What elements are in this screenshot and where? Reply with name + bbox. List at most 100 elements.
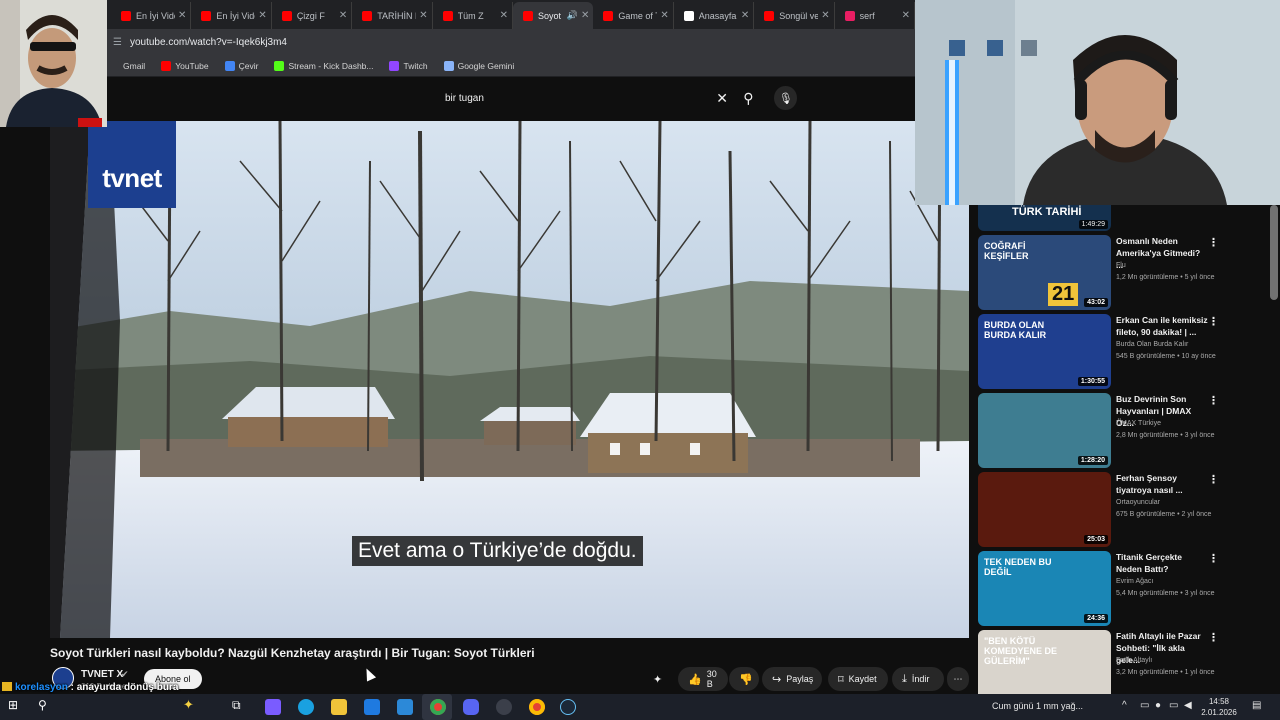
like-button[interactable]: 👍 30 B: [678, 667, 728, 691]
site-info-icon[interactable]: ☰: [113, 37, 122, 48]
browser-tab[interactable]: Game of T ✕: [593, 2, 674, 29]
obs-icon[interactable]: [496, 699, 512, 715]
recommendation-channel[interactable]: Evrim Ağacı: [1116, 578, 1153, 585]
recommendation-thumbnail[interactable]: 25:03: [978, 472, 1111, 547]
search-icon[interactable]: ⚲: [734, 90, 762, 107]
more-options-icon[interactable]: ⋮: [1208, 394, 1219, 407]
bookmark-item[interactable]: Çevir: [224, 61, 258, 71]
browser-tab[interactable]: En İyi Vide ✕: [191, 2, 272, 29]
video-duration: 25:03: [1084, 535, 1108, 544]
tab-close-icon[interactable]: ✕: [500, 10, 508, 21]
recommendation-channel[interactable]: Burda Olan Burda Kalır: [1116, 341, 1188, 348]
file-explorer-icon[interactable]: [331, 699, 347, 715]
copilot-sparkle-icon[interactable]: ✦: [183, 697, 199, 713]
browser-tab[interactable]: serf ✕: [835, 2, 916, 29]
dislike-button[interactable]: 👎: [729, 667, 759, 691]
bookmark-item[interactable]: Gmail: [109, 61, 145, 71]
browser-tab[interactable]: Çizgi F ✕: [272, 2, 353, 29]
more-options-icon[interactable]: ⋮: [1208, 552, 1219, 565]
more-options-icon[interactable]: ⋮: [1208, 315, 1219, 328]
discord-icon[interactable]: [463, 699, 479, 715]
more-options-icon[interactable]: ⋮: [1208, 473, 1219, 486]
chrome-profile-icon[interactable]: [529, 699, 545, 715]
channel-name[interactable]: TVNET X: [81, 669, 123, 680]
recommendation-thumbnail[interactable]: TEK NEDEN BU DEĞİL 24:36: [978, 551, 1111, 626]
browser-tab[interactable]: Soyot 🔊 ✕: [513, 2, 594, 29]
edge-icon[interactable]: [298, 699, 314, 715]
recommendation-channel[interactable]: DMAX Türkiye: [1116, 420, 1161, 427]
tray-app-icon[interactable]: ▭: [1140, 700, 1149, 711]
clear-search-icon[interactable]: ✕: [710, 90, 734, 107]
microphone-icon[interactable]: ●: [1155, 700, 1161, 711]
magic-icon[interactable]: ✦: [653, 667, 662, 691]
browser-tab[interactable]: En İyi Vide ✕: [111, 2, 192, 29]
browser-tab[interactable]: Songül ve ✕: [754, 2, 835, 29]
recommendation-channel[interactable]: Ortaoyuncular: [1116, 499, 1160, 506]
chrome-icon[interactable]: [430, 699, 446, 715]
share-button[interactable]: ↪ Paylaş: [762, 667, 822, 691]
tab-close-icon[interactable]: ✕: [660, 10, 668, 21]
voice-search-icon[interactable]: 🎙: [774, 86, 797, 110]
sidebar-scrollbar[interactable]: [1270, 205, 1278, 300]
tab-close-icon[interactable]: ✕: [821, 10, 829, 21]
system-clock[interactable]: 14:58 2.01.2026: [1197, 696, 1241, 718]
recommendation-thumbnail[interactable]: COĞRAFİ KEŞİFLER 21 43:02: [978, 235, 1111, 310]
recommendation-item[interactable]: 1:28:20 Buz Devrinin Son Hayvanları | DMA…: [978, 393, 1278, 469]
more-options-icon[interactable]: ⋮: [1208, 236, 1219, 249]
search-box[interactable]: bir tugan ✕ ⚲ 🎙: [435, 85, 797, 111]
task-view-icon[interactable]: ⧉: [232, 698, 248, 714]
recommendation-title[interactable]: Ferhan Şensoy tiyatroya nasıl ...: [1116, 472, 1208, 496]
recommendation-channel[interactable]: Fatih Altaylı: [1116, 657, 1152, 664]
bookmark-item[interactable]: Twitch: [389, 61, 428, 71]
recommendation-title[interactable]: Erkan Can ile kemiksiz fileto, 90 dakika…: [1116, 314, 1208, 338]
recommendation-thumbnail[interactable]: BURDA OLAN BURDA KALIR 1:30:55: [978, 314, 1111, 389]
tab-close-icon[interactable]: ✕: [419, 10, 427, 21]
tab-close-icon[interactable]: ✕: [902, 10, 910, 21]
tab-close-icon[interactable]: ✕: [339, 10, 347, 21]
tray-chevron-icon[interactable]: ^: [1122, 700, 1127, 711]
more-actions-button[interactable]: ⋯: [947, 667, 969, 691]
network-icon[interactable]: ▭: [1169, 700, 1178, 711]
more-options-icon[interactable]: ⋮: [1208, 631, 1219, 644]
search-input[interactable]: bir tugan: [435, 93, 710, 104]
recommendation-thumbnail[interactable]: 1:28:20: [978, 393, 1111, 468]
tab-title: En İyi Vide: [216, 10, 256, 21]
tab-favicon-icon: [442, 10, 453, 21]
download-button[interactable]: ⤓ İndir: [892, 667, 944, 691]
tab-favicon-icon: [764, 10, 775, 21]
store-icon[interactable]: [364, 699, 380, 715]
recommendation-item[interactable]: TEK NEDEN BU DEĞİL 24:36 Titanik Gerçekte …: [978, 551, 1278, 627]
save-button[interactable]: ⌑ Kaydet: [828, 667, 888, 691]
bookmark-item[interactable]: Google Gemini: [443, 61, 514, 71]
video-title: Soyot Türkleri nasıl kayboldu? Nazgül Ke…: [50, 646, 535, 660]
tab-audio-icon[interactable]: 🔊: [567, 10, 578, 21]
bookmark-item[interactable]: Stream - Kick Dashb...: [274, 61, 373, 71]
bookmark-favicon-icon: [443, 61, 454, 71]
recommendation-title[interactable]: Titanik Gerçekte Neden Battı?: [1116, 551, 1208, 575]
browser-tab[interactable]: TARİHİN E✕: [352, 2, 433, 29]
tab-close-icon[interactable]: ✕: [581, 10, 589, 21]
weather-text[interactable]: Cum günü 1 mm yağ...: [992, 701, 1083, 711]
recommendation-partial-thumb[interactable]: TÜRK TARİHİ 1:49:29: [978, 205, 1111, 231]
steam-icon[interactable]: [560, 699, 576, 715]
search-taskbar-icon[interactable]: ⚲: [38, 698, 54, 714]
recommendation-item[interactable]: BURDA OLAN BURDA KALIR 1:30:55 Erkan Can i…: [978, 314, 1278, 390]
recommendation-item[interactable]: COĞRAFİ KEŞİFLER 21 43:02 Osmanlı Neden Ame…: [978, 235, 1278, 311]
address-bar[interactable]: ☰ youtube.com/watch?v=-Iqek6kj3m4: [107, 29, 915, 56]
notification-icon[interactable]: ▤: [1252, 700, 1261, 711]
copilot-icon[interactable]: [265, 699, 281, 715]
tab-close-icon[interactable]: ✕: [741, 10, 749, 21]
tab-close-icon[interactable]: ✕: [178, 10, 186, 21]
recommendation-channel[interactable]: Flu: [1116, 262, 1126, 269]
browser-tab[interactable]: Tüm Z ✕: [433, 2, 514, 29]
recommendation-title[interactable]: Osmanlı Neden Amerika'ya Gitmedi? ...: [1116, 235, 1208, 271]
mail-icon[interactable]: [397, 699, 413, 715]
url-text[interactable]: youtube.com/watch?v=-Iqek6kj3m4: [130, 37, 287, 48]
bookmark-item[interactable]: YouTube: [161, 61, 209, 71]
tab-close-icon[interactable]: ✕: [258, 10, 266, 21]
start-icon[interactable]: ⊞: [8, 698, 24, 714]
video-player[interactable]: tvnet Evet ama o Türkiye’de doğdu.: [50, 121, 969, 638]
recommendation-item[interactable]: 25:03 Ferhan Şensoy tiyatroya nasıl ... Or…: [978, 472, 1278, 548]
browser-tab[interactable]: Anasayfa / ✕: [674, 2, 755, 29]
volume-icon[interactable]: ◀: [1184, 700, 1192, 711]
